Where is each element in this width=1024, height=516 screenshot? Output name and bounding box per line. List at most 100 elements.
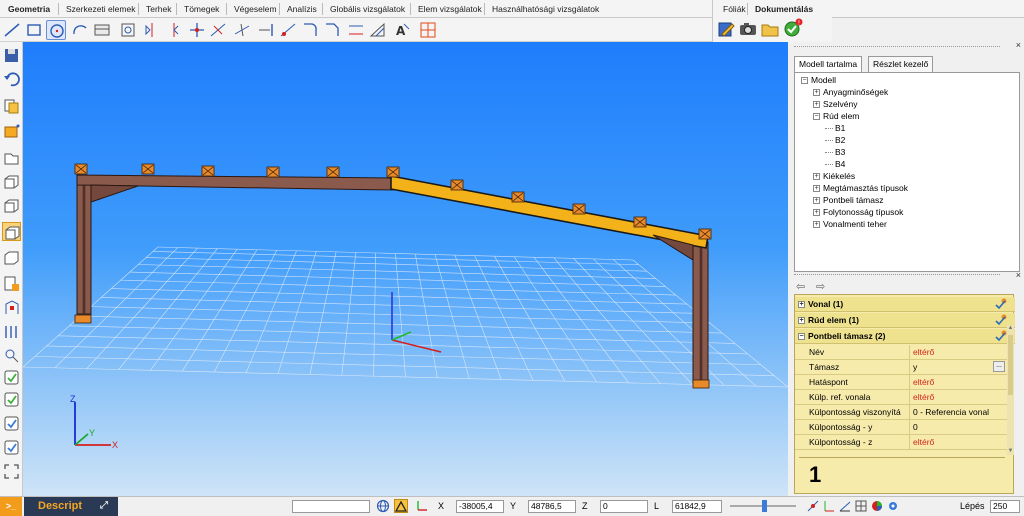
tree-node[interactable]: − Rúd elem: [813, 111, 859, 122]
expand-toggle-icon[interactable]: −: [801, 77, 808, 85]
expand-toggle-icon[interactable]: +: [798, 317, 805, 325]
property-group[interactable]: + Vonal (1): [795, 297, 1015, 312]
tree-node[interactable]: + Pontbeli támasz: [813, 195, 883, 206]
tab-analizis[interactable]: Analízis: [281, 1, 323, 17]
tab-tomegek[interactable]: Tömegek: [178, 1, 225, 17]
tab-vegeselem[interactable]: Végeselem: [228, 1, 283, 17]
property-row[interactable]: Külpontosság - y 0: [795, 420, 1007, 435]
tab-globalis-vizsgalatok[interactable]: Globális vizsgálatok: [324, 1, 411, 17]
expand-toggle-icon[interactable]: +: [813, 173, 820, 181]
circle-tool-icon[interactable]: [46, 20, 66, 40]
chamfer-tool-icon[interactable]: [322, 20, 342, 40]
check-icon[interactable]: [995, 298, 1007, 310]
prompt-icon[interactable]: >_: [0, 497, 22, 516]
close-icon[interactable]: ×: [1016, 40, 1021, 50]
view-perspective-icon[interactable]: [2, 222, 21, 241]
snap-angle-icon[interactable]: [838, 499, 852, 513]
view-iso-icon[interactable]: [2, 172, 21, 191]
portal-frame[interactable]: [74, 163, 712, 389]
model-tree[interactable]: − Modell + Anyagminőségek + Szelvény − Rúd elem…: [794, 72, 1020, 272]
text-tool-icon[interactable]: A: [392, 20, 412, 40]
property-value[interactable]: eltérő: [909, 375, 1005, 389]
tree-node[interactable]: + Szelvény: [813, 99, 858, 110]
color-wheel-icon[interactable]: [870, 499, 884, 513]
check-status-icon[interactable]: !: [783, 18, 803, 38]
tree-leaf-b1[interactable]: B1: [825, 123, 845, 134]
tree-leaf-b2[interactable]: B2: [825, 135, 845, 146]
arc-tool-icon[interactable]: [70, 20, 90, 40]
globe-icon[interactable]: [376, 499, 390, 513]
fillet-tool-icon[interactable]: [300, 20, 320, 40]
point-tool-icon[interactable]: [278, 20, 298, 40]
property-group[interactable]: + Rúd elem (1): [795, 313, 1015, 328]
property-row[interactable]: Külpontosság viszonyítás 0 - Referencia v…: [795, 405, 1007, 420]
dimension-tool-icon[interactable]: [368, 20, 388, 40]
tree-node[interactable]: − Modell: [801, 75, 836, 86]
intersect-tool-icon[interactable]: [232, 20, 252, 40]
property-value[interactable]: 0: [909, 420, 1005, 434]
zoom-slider-track[interactable]: [730, 500, 796, 512]
property-row[interactable]: Támasz y...: [795, 360, 1007, 375]
tab-dokumentalas[interactable]: Dokumentálás: [749, 1, 819, 17]
property-value[interactable]: eltérő: [909, 390, 1005, 404]
tab-reszlet-kezelo[interactable]: Részlet kezelő: [868, 56, 934, 72]
property-value[interactable]: 0 - Referencia vonal: [909, 405, 1005, 419]
split-tool-icon[interactable]: [208, 20, 228, 40]
snap-grid-icon[interactable]: [854, 499, 868, 513]
check-icon[interactable]: [995, 314, 1007, 326]
check-1-icon[interactable]: [2, 368, 21, 387]
tree-leaf-b4[interactable]: B4: [825, 159, 845, 170]
snap-node-icon[interactable]: [806, 499, 820, 513]
property-value[interactable]: y: [909, 360, 1005, 374]
z-coord-field[interactable]: 0: [600, 500, 648, 513]
ucs-icon[interactable]: [414, 499, 428, 513]
settings-icon[interactable]: [886, 499, 900, 513]
line-tool-icon[interactable]: [2, 20, 22, 40]
tab-terhek[interactable]: Terhek: [140, 1, 178, 17]
check-2-icon[interactable]: [2, 390, 21, 409]
expand-toggle-icon[interactable]: −: [798, 333, 805, 341]
table-tool-icon[interactable]: [92, 20, 112, 40]
expand-toggle-icon[interactable]: +: [813, 221, 820, 229]
zoom-extents-icon[interactable]: [2, 322, 21, 341]
property-row[interactable]: Név eltérő: [795, 345, 1007, 360]
select-box-icon[interactable]: [2, 122, 21, 141]
rectangle-tool-icon[interactable]: [24, 20, 44, 40]
snap-ortho-icon[interactable]: [822, 499, 836, 513]
mirror-tool-icon[interactable]: [142, 20, 162, 40]
close-icon[interactable]: ×: [1016, 270, 1021, 280]
rotate-tool-icon[interactable]: [164, 20, 184, 40]
property-value[interactable]: eltérő: [909, 435, 1005, 449]
property-row[interactable]: Hatáspont eltérő: [795, 375, 1007, 390]
expand-toggle-icon[interactable]: +: [798, 301, 805, 309]
tree-node[interactable]: + Vonalmenti teher: [813, 219, 887, 230]
view-3d-icon[interactable]: [2, 196, 21, 215]
save-icon[interactable]: [2, 46, 21, 65]
delta-icon[interactable]: [394, 499, 408, 513]
forward-arrow-icon[interactable]: ⇨: [816, 280, 825, 293]
x-coord-field[interactable]: -38005,4: [456, 500, 504, 513]
tree-node[interactable]: + Anyagminőségek: [813, 87, 888, 98]
y-coord-field[interactable]: 48786,5: [528, 500, 576, 513]
offset-tool-icon[interactable]: [346, 20, 366, 40]
length-field[interactable]: 61842,9: [672, 500, 722, 513]
model-canvas[interactable]: Z X Y: [23, 42, 788, 496]
view-section-icon[interactable]: [2, 248, 21, 267]
step-field[interactable]: 250: [990, 500, 1020, 513]
property-row[interactable]: Külp. ref. vonala eltérő: [795, 390, 1007, 405]
show-members-icon[interactable]: [2, 298, 21, 317]
tree-leaf-b3[interactable]: B3: [825, 147, 845, 158]
expand-icon[interactable]: ⤢: [100, 497, 108, 515]
camera-icon[interactable]: [739, 20, 757, 38]
tab-geometria[interactable]: Geometria: [2, 1, 56, 17]
view-front-icon[interactable]: [2, 148, 21, 167]
undo-icon[interactable]: [2, 70, 21, 89]
tree-node[interactable]: + Folytonosság típusok: [813, 207, 903, 218]
tab-elem-vizsgalatok[interactable]: Elem vizsgálatok: [412, 1, 488, 17]
fullscreen-icon[interactable]: [2, 462, 21, 481]
expand-toggle-icon[interactable]: +: [813, 197, 820, 205]
check-icon[interactable]: [995, 330, 1007, 342]
descript-label[interactable]: Descript ⤢: [24, 497, 118, 516]
grid-tool-icon[interactable]: [418, 20, 438, 40]
property-row[interactable]: Külpontosság - z eltérő: [795, 435, 1007, 450]
